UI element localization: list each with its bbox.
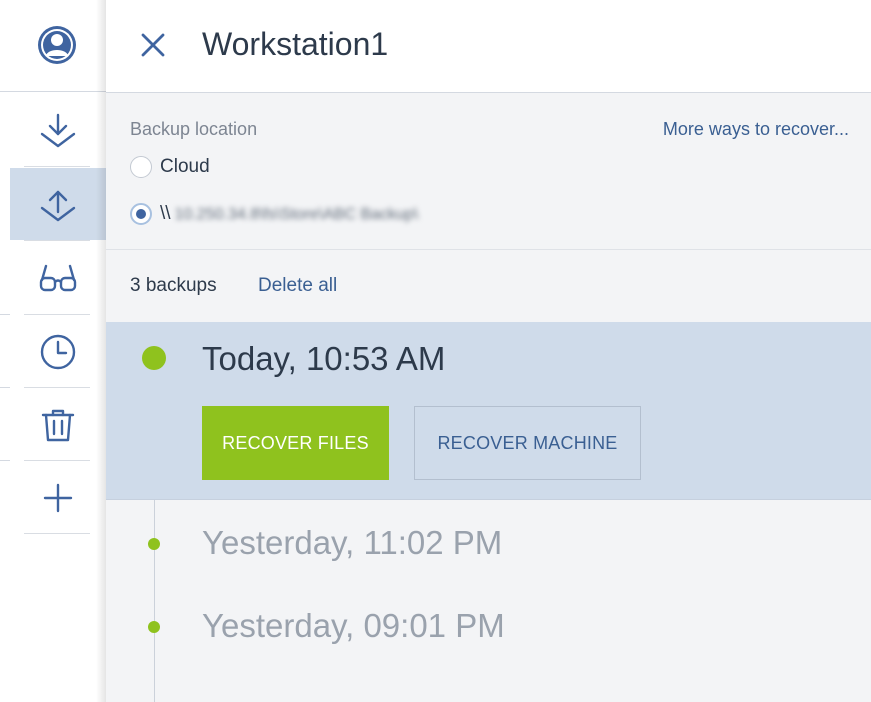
page-title: Workstation1 (202, 26, 389, 62)
nav-account-area (0, 0, 106, 92)
upload-icon (40, 190, 76, 222)
timeline-dot (148, 621, 160, 633)
recover-files-button[interactable]: RECOVER FILES (202, 406, 389, 480)
close-button[interactable] (136, 28, 170, 62)
trash-icon (41, 409, 75, 442)
backup-item-selected[interactable]: Today, 10:53 AM RECOVER FILES RECOVER MA… (106, 322, 871, 500)
backup-item[interactable]: Yesterday, 09:01 PM (106, 591, 871, 651)
nav-item-recovery[interactable] (10, 168, 106, 240)
timeline-dot-active (142, 346, 166, 370)
backup-location-label: Backup location (130, 119, 258, 139)
more-ways-link[interactable]: More ways to recover... (663, 119, 849, 140)
location-option-network[interactable]: \\ 10.250.34.8\fs\Store\ABC Backup\ (130, 203, 418, 225)
backup-time: Yesterday, 11:02 PM (202, 524, 503, 561)
backup-time: Yesterday, 09:01 PM (202, 607, 505, 644)
left-nav (0, 0, 106, 702)
backup-time: Today, 10:53 AM (202, 340, 446, 377)
network-path-prefix: \\ (160, 203, 171, 224)
radio-selected-dot (136, 209, 146, 219)
network-path-blurred: 10.250.34.8\fs\Store\ABC Backup\ (174, 206, 419, 223)
clock-icon (40, 334, 76, 370)
nav-item-view[interactable] (10, 242, 106, 314)
panel-header: Workstation1 (106, 0, 871, 93)
plus-icon (43, 483, 73, 513)
backup-location-section: Backup location More ways to recover... … (106, 93, 871, 250)
user-avatar-button[interactable] (36, 24, 78, 66)
timeline-dot (148, 538, 160, 550)
cloud-label: Cloud (160, 156, 210, 177)
recovery-panel: Workstation1 Backup location More ways t… (106, 0, 871, 702)
close-icon (141, 33, 165, 57)
nav-item-backup[interactable] (10, 94, 106, 166)
network-path-label: \\ 10.250.34.8\fs\Store\ABC Backup\ (160, 203, 418, 225)
download-icon (40, 113, 76, 148)
nav-item-history[interactable] (10, 316, 106, 388)
backup-item[interactable]: Yesterday, 11:02 PM (106, 508, 871, 568)
recover-machine-button[interactable]: RECOVER MACHINE (414, 406, 641, 480)
user-icon (38, 26, 76, 64)
glasses-icon (39, 264, 77, 292)
location-option-cloud[interactable]: Cloud (130, 156, 210, 178)
cloud-radio[interactable] (130, 156, 152, 178)
nav-item-add[interactable] (10, 462, 106, 534)
backups-count: 3 backups (130, 275, 217, 296)
delete-all-link[interactable]: Delete all (258, 275, 337, 297)
nav-item-delete[interactable] (10, 389, 106, 461)
network-radio[interactable] (130, 203, 152, 225)
